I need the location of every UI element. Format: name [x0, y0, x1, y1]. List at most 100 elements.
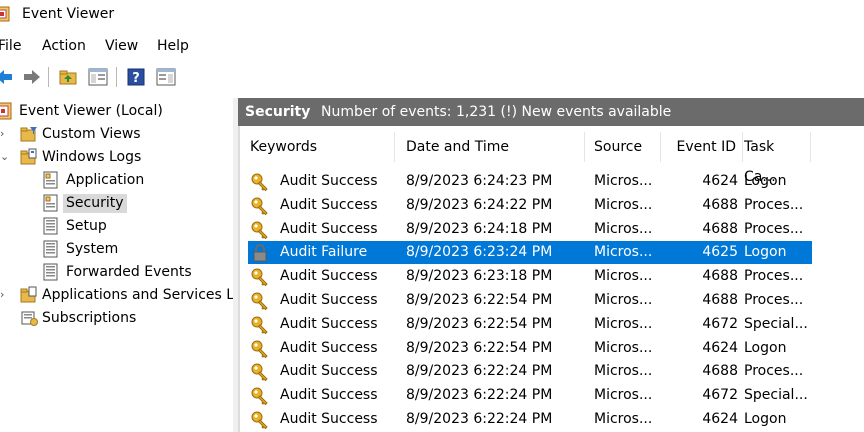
tree-item-label: Applications and Services Lo	[42, 287, 233, 303]
menu-help[interactable]: Help	[157, 38, 189, 54]
cell-date-time: 8/9/2023 6:22:24 PM	[406, 387, 553, 404]
cell-source: Micros...	[594, 268, 653, 285]
cell-keywords: Audit Success	[280, 220, 378, 237]
tree-item-security[interactable]: Security	[0, 192, 233, 214]
table-row[interactable]: Audit Success 8/9/2023 6:22:24 PM Micros..…	[248, 384, 812, 407]
console-tree: Event Viewer (Local) › Custom Views ⌄ Wi…	[0, 98, 233, 432]
title-bar: Event Viewer	[0, 0, 864, 30]
tree-item-setup[interactable]: Setup	[0, 215, 233, 237]
chevron-right-icon[interactable]: ›	[0, 288, 10, 301]
table-row[interactable]: Audit Success 8/9/2023 6:22:24 PM Micros..…	[248, 408, 812, 431]
table-row[interactable]: Audit Success 8/9/2023 6:22:24 PM Micros..…	[248, 360, 812, 383]
cell-source: Micros...	[594, 363, 653, 380]
cell-date-time: 8/9/2023 6:22:54 PM	[406, 292, 553, 308]
column-label: Date and Time	[406, 139, 509, 155]
column-header-keywords[interactable]: Keywords	[250, 132, 395, 162]
column-header-date-time[interactable]: Date and Time	[406, 132, 585, 162]
tree-item-subscriptions[interactable]: Subscriptions	[0, 307, 233, 329]
column-header-source[interactable]: Source	[594, 132, 661, 162]
cell-keywords: Audit Success	[280, 387, 378, 404]
cell-keywords: Audit Success	[280, 339, 378, 356]
key-icon	[251, 411, 268, 430]
folder-logs-icon	[20, 286, 37, 303]
cell-source: Micros...	[594, 220, 653, 237]
cell-event-id: 4688	[702, 196, 738, 213]
cell-source: Micros...	[594, 411, 653, 427]
menu-bar: File Action View Help	[0, 36, 864, 58]
cell-source: Micros...	[594, 196, 653, 213]
menu-file[interactable]: File	[0, 38, 21, 54]
cell-date-time: 8/9/2023 6:23:18 PM	[406, 268, 553, 285]
help-icon[interactable]: ?	[126, 67, 146, 87]
event-viewer-icon	[0, 102, 12, 120]
toolbar-separator	[48, 67, 49, 87]
menu-view[interactable]: View	[105, 38, 138, 54]
forward-icon[interactable]	[22, 67, 42, 87]
key-icon	[251, 316, 268, 335]
tree-item-windows-logs[interactable]: ⌄ Windows Logs	[0, 146, 233, 168]
table-row[interactable]: Audit Failure 8/9/2023 6:23:24 PM Micros..…	[248, 241, 812, 265]
event-count-info[interactable]: Number of events: 1,231 (!) New events a…	[321, 104, 671, 120]
tree-item-label: Security	[63, 194, 127, 213]
cell-keywords: Audit Success	[280, 411, 378, 427]
tree-item-custom-views[interactable]: › Custom Views	[0, 123, 233, 145]
tree-item-application[interactable]: Application	[0, 169, 233, 191]
key-icon	[251, 197, 268, 216]
tree-item-label: Subscriptions	[42, 310, 137, 326]
log-icon	[43, 263, 58, 281]
tree-item-forwarded-events[interactable]: Forwarded Events	[0, 261, 233, 283]
key-icon	[251, 292, 268, 311]
cell-keywords: Audit Success	[280, 292, 378, 308]
tree-item-system[interactable]: System	[0, 238, 233, 260]
tree-item-label: Custom Views	[42, 126, 141, 142]
tree-item-root[interactable]: Event Viewer (Local)	[0, 100, 233, 122]
cell-event-id: 4624	[702, 411, 738, 427]
log-icon	[43, 217, 58, 235]
cell-task-category: Logon	[744, 339, 787, 356]
cell-task-category: Proces...	[744, 363, 804, 380]
chevron-down-icon[interactable]: ⌄	[0, 150, 10, 163]
table-row[interactable]: Audit Success 8/9/2023 6:24:18 PM Micros..…	[248, 218, 812, 241]
column-label: Event ID	[676, 139, 736, 155]
folder-logs-icon	[20, 148, 37, 165]
column-header-event-id[interactable]: Event ID	[666, 132, 743, 162]
cell-source: Micros...	[594, 339, 653, 356]
cell-date-time: 8/9/2023 6:22:24 PM	[406, 411, 553, 427]
table-row[interactable]: Audit Success 8/9/2023 6:24:22 PM Micros..…	[248, 194, 812, 217]
menu-action[interactable]: Action	[42, 38, 86, 54]
column-label: Source	[594, 139, 643, 155]
table-row[interactable]: Audit Success 8/9/2023 6:24:23 PM Micros..…	[248, 170, 812, 193]
table-row[interactable]: Audit Success 8/9/2023 6:22:54 PM Micros..…	[248, 337, 812, 360]
window-title: Event Viewer	[22, 6, 115, 22]
column-label: Keywords	[250, 139, 318, 155]
show-action-pane-icon[interactable]	[156, 67, 176, 87]
cell-task-category: Special...	[744, 315, 808, 332]
cell-date-time: 8/9/2023 6:22:54 PM	[406, 339, 553, 356]
tree-item-applications-services[interactable]: › Applications and Services Lo	[0, 284, 233, 306]
column-header-task-category[interactable]: Task Ca...	[744, 132, 811, 185]
cell-date-time: 8/9/2023 6:24:23 PM	[406, 173, 553, 189]
cell-date-time: 8/9/2023 6:22:54 PM	[406, 315, 553, 332]
cell-source: Micros...	[594, 292, 653, 308]
key-icon	[251, 387, 268, 406]
key-icon	[251, 268, 268, 287]
back-icon[interactable]	[0, 67, 14, 87]
table-row[interactable]: Audit Success 8/9/2023 6:22:54 PM Micros..…	[248, 289, 812, 312]
pane-header: Security Number of events: 1,231 (!) New…	[238, 98, 864, 126]
table-row[interactable]: Audit Success 8/9/2023 6:23:18 PM Micros..…	[248, 265, 812, 288]
show-hide-tree-icon[interactable]	[88, 67, 108, 87]
tree-item-label: Application	[66, 172, 145, 188]
toolbar-separator	[116, 67, 117, 87]
chevron-right-icon[interactable]: ›	[0, 127, 10, 140]
svg-text:?: ?	[132, 71, 140, 86]
cell-event-id: 4624	[702, 339, 738, 356]
folder-up-icon[interactable]	[58, 67, 78, 87]
key-icon	[251, 173, 268, 192]
key-icon	[251, 363, 268, 382]
cell-task-category: Logon	[744, 173, 787, 189]
events-table: Keywords Date and Time Source Event ID T…	[238, 126, 864, 432]
cell-keywords: Audit Success	[280, 363, 378, 380]
cell-task-category: Proces...	[744, 196, 804, 213]
table-row[interactable]: Audit Success 8/9/2023 6:22:54 PM Micros..…	[248, 313, 812, 336]
log-icon	[43, 240, 58, 258]
